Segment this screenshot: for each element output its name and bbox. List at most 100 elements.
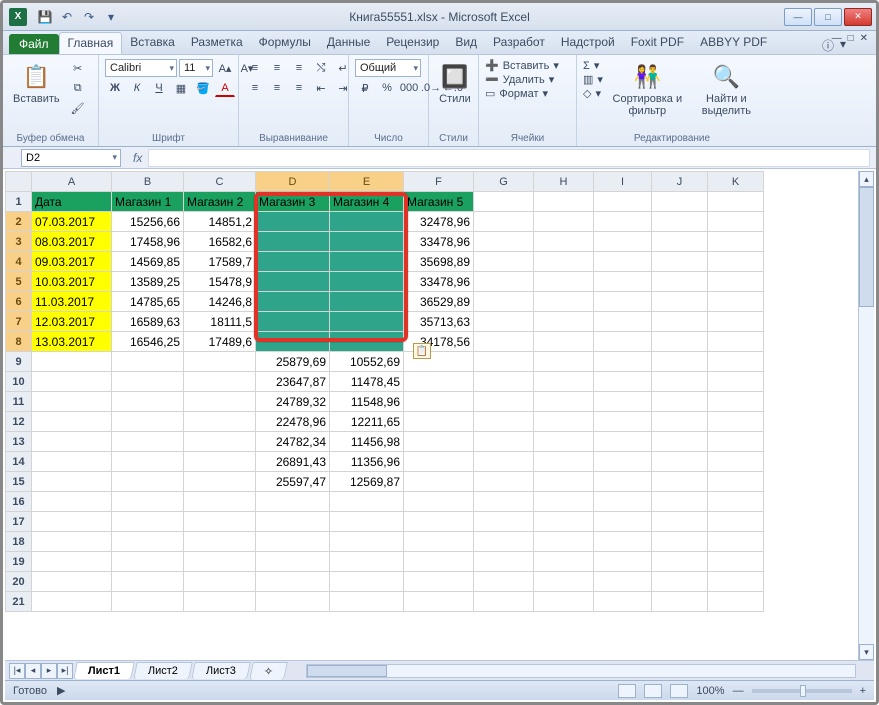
cell-F2[interactable]: 32478,96 — [404, 212, 474, 232]
cell-D16[interactable] — [256, 492, 330, 512]
col-header-C[interactable]: C — [184, 172, 256, 192]
cell-E19[interactable] — [330, 552, 404, 572]
cell-K21[interactable] — [708, 592, 764, 612]
cell-F10[interactable] — [404, 372, 474, 392]
cell-I3[interactable] — [594, 232, 652, 252]
cell-C6[interactable]: 14246,8 — [184, 292, 256, 312]
cell-J7[interactable] — [652, 312, 708, 332]
cell-C16[interactable] — [184, 492, 256, 512]
cell-B16[interactable] — [112, 492, 184, 512]
cell-D19[interactable] — [256, 552, 330, 572]
cell-G15[interactable] — [474, 472, 534, 492]
cell-J6[interactable] — [652, 292, 708, 312]
cell-G10[interactable] — [474, 372, 534, 392]
align-right-button[interactable]: ≡ — [289, 79, 309, 97]
cell-G14[interactable] — [474, 452, 534, 472]
cell-H7[interactable] — [534, 312, 594, 332]
cell-G3[interactable] — [474, 232, 534, 252]
minimize-button[interactable]: — — [784, 8, 812, 26]
row-header-21[interactable]: 21 — [6, 592, 32, 612]
cell-C7[interactable]: 18111,5 — [184, 312, 256, 332]
cell-J11[interactable] — [652, 392, 708, 412]
mdi-min[interactable]: — — [832, 33, 842, 44]
format-painter-button[interactable]: 🖌 — [68, 99, 88, 117]
cell-B18[interactable] — [112, 532, 184, 552]
cell-E10[interactable]: 11478,45 — [330, 372, 404, 392]
cell-H20[interactable] — [534, 572, 594, 592]
cell-G16[interactable] — [474, 492, 534, 512]
cell-A15[interactable] — [32, 472, 112, 492]
cell-K6[interactable] — [708, 292, 764, 312]
cell-D5[interactable] — [256, 272, 330, 292]
row-header-2[interactable]: 2 — [6, 212, 32, 232]
grow-font-button[interactable]: A▴ — [215, 59, 235, 77]
cell-E11[interactable]: 11548,96 — [330, 392, 404, 412]
qat-dropdown-icon[interactable]: ▾ — [103, 9, 119, 25]
cell-F14[interactable] — [404, 452, 474, 472]
cell-G1[interactable] — [474, 192, 534, 212]
cell-J16[interactable] — [652, 492, 708, 512]
row-header-14[interactable]: 14 — [6, 452, 32, 472]
cell-H5[interactable] — [534, 272, 594, 292]
select-all-corner[interactable] — [6, 172, 32, 192]
align-top-button[interactable]: ≡ — [245, 59, 265, 77]
new-sheet-button[interactable]: ✧ — [249, 662, 288, 680]
row-header-10[interactable]: 10 — [6, 372, 32, 392]
cell-A20[interactable] — [32, 572, 112, 592]
cell-D14[interactable]: 26891,43 — [256, 452, 330, 472]
cell-B12[interactable] — [112, 412, 184, 432]
cell-B17[interactable] — [112, 512, 184, 532]
copy-button[interactable]: ⧉ — [68, 79, 88, 97]
cell-H9[interactable] — [534, 352, 594, 372]
row-header-12[interactable]: 12 — [6, 412, 32, 432]
cell-D15[interactable]: 25597,47 — [256, 472, 330, 492]
redo-icon[interactable]: ↷ — [81, 9, 97, 25]
cell-F18[interactable] — [404, 532, 474, 552]
cell-D21[interactable] — [256, 592, 330, 612]
cell-I13[interactable] — [594, 432, 652, 452]
cell-G19[interactable] — [474, 552, 534, 572]
cell-B5[interactable]: 13589,25 — [112, 272, 184, 292]
row-header-3[interactable]: 3 — [6, 232, 32, 252]
cell-J13[interactable] — [652, 432, 708, 452]
percent-button[interactable]: % — [377, 79, 397, 97]
underline-button[interactable]: Ч — [149, 79, 169, 97]
row-header-5[interactable]: 5 — [6, 272, 32, 292]
cell-F17[interactable] — [404, 512, 474, 532]
cell-J14[interactable] — [652, 452, 708, 472]
formula-input[interactable] — [148, 149, 870, 167]
cell-A3[interactable]: 08.03.2017 — [32, 232, 112, 252]
cell-H6[interactable] — [534, 292, 594, 312]
ribbon-tab-данные[interactable]: Данные — [319, 32, 378, 54]
cell-F16[interactable] — [404, 492, 474, 512]
cell-F15[interactable] — [404, 472, 474, 492]
col-header-E[interactable]: E — [330, 172, 404, 192]
cell-E21[interactable] — [330, 592, 404, 612]
cell-B2[interactable]: 15256,66 — [112, 212, 184, 232]
cell-A18[interactable] — [32, 532, 112, 552]
row-header-16[interactable]: 16 — [6, 492, 32, 512]
row-header-18[interactable]: 18 — [6, 532, 32, 552]
cell-K20[interactable] — [708, 572, 764, 592]
cell-J2[interactable] — [652, 212, 708, 232]
cell-C5[interactable]: 15478,9 — [184, 272, 256, 292]
col-header-I[interactable]: I — [594, 172, 652, 192]
cell-F13[interactable] — [404, 432, 474, 452]
col-header-G[interactable]: G — [474, 172, 534, 192]
cell-F21[interactable] — [404, 592, 474, 612]
close-button[interactable]: ✕ — [844, 8, 872, 26]
cell-J17[interactable] — [652, 512, 708, 532]
cell-E15[interactable]: 12569,87 — [330, 472, 404, 492]
cell-E18[interactable] — [330, 532, 404, 552]
sheet-nav-prev[interactable]: ◂ — [25, 663, 41, 679]
zoom-in-button[interactable]: + — [860, 685, 866, 697]
cell-E6[interactable] — [330, 292, 404, 312]
cell-I21[interactable] — [594, 592, 652, 612]
cell-G13[interactable] — [474, 432, 534, 452]
worksheet-grid[interactable]: ABCDEFGHIJK1ДатаМагазин 1Магазин 2Магази… — [5, 171, 874, 660]
vscroll-thumb[interactable] — [859, 187, 874, 307]
cell-I7[interactable] — [594, 312, 652, 332]
cell-C3[interactable]: 16582,6 — [184, 232, 256, 252]
cell-H8[interactable] — [534, 332, 594, 352]
cell-J3[interactable] — [652, 232, 708, 252]
